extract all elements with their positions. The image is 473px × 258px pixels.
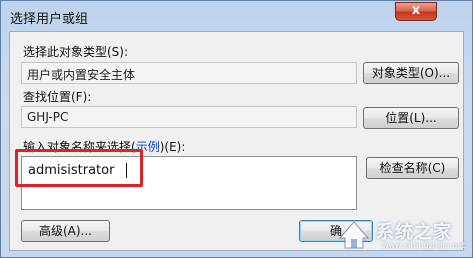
location-field: GHJ-PC [21,106,357,128]
site-watermark: 系统之家 www.xitongzhijia.net [336,216,470,254]
annotation-highlight-box [15,149,143,187]
object-type-label: 选择此对象类型(S): [23,45,129,59]
close-button[interactable]: x [395,2,437,21]
object-types-button[interactable]: 对象类型(O)... [363,62,459,84]
location-value: GHJ-PC [27,110,69,124]
locations-button[interactable]: 位置(L)... [363,107,459,129]
watermark-url: www.xitongzhijia.net [382,241,466,250]
advanced-button[interactable]: 高级(A)... [21,220,110,242]
location-label: 查找位置(F): [23,90,92,104]
object-type-field: 用户或内置安全主体 [21,62,357,84]
select-users-dialog: 选择用户或组 x 选择此对象类型(S): 用户或内置安全主体 对象类型(O)..… [0,0,473,258]
object-type-value: 用户或内置安全主体 [27,68,136,82]
check-names-button[interactable]: 检查名称(C) [366,157,459,179]
watermark-logo-icon [338,221,370,249]
window-title: 选择用户或组 [10,12,89,27]
close-icon: x [411,3,421,18]
names-label-suffix: )(E): [159,140,186,154]
title-bar[interactable]: 选择用户或组 x [1,1,472,31]
